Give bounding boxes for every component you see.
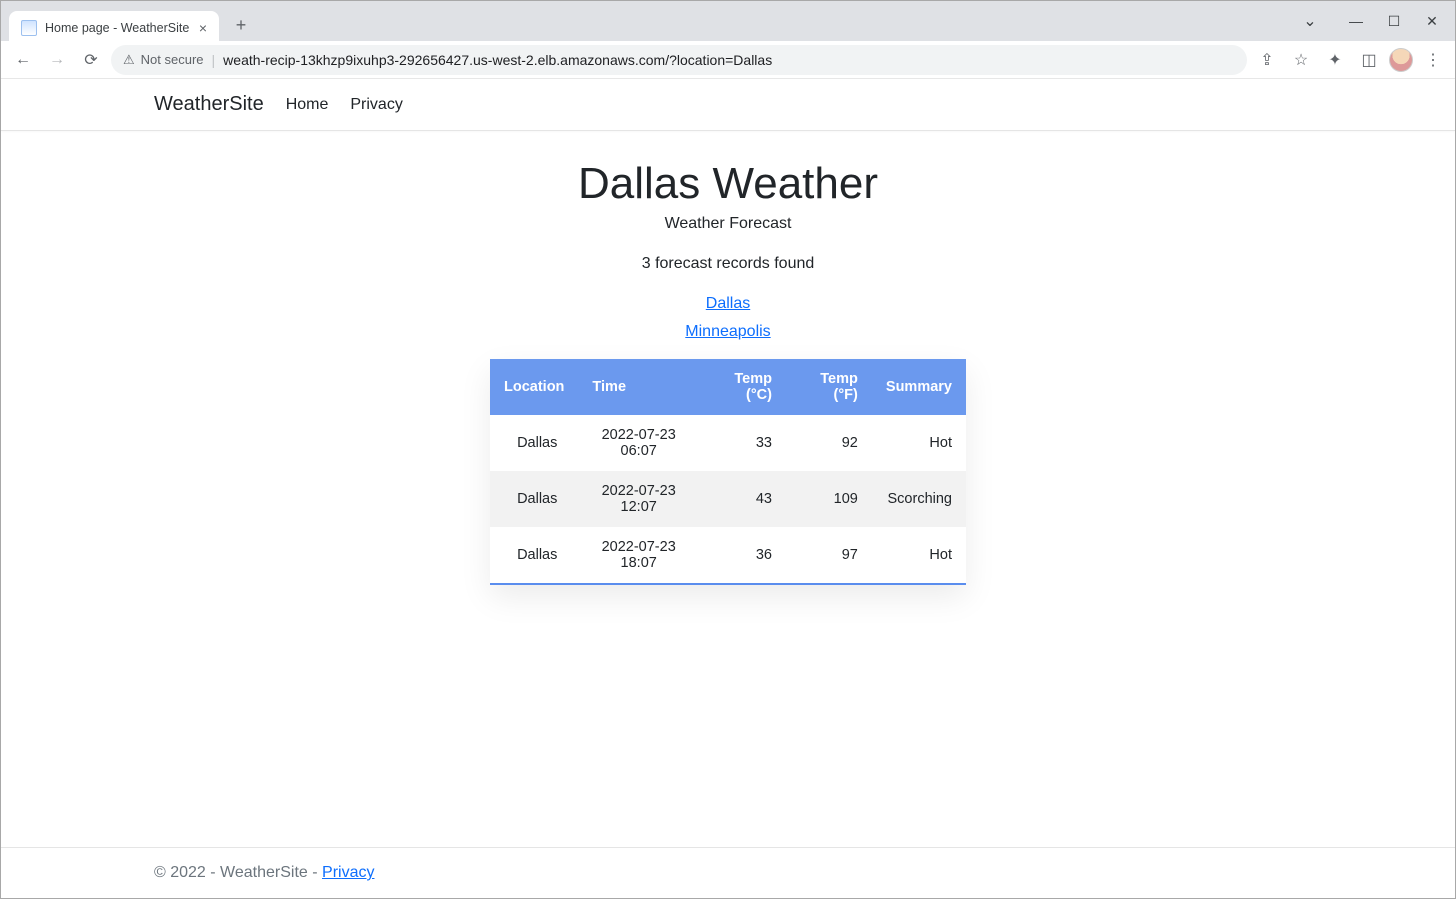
- main-content: Dallas Weather Weather Forecast 3 foreca…: [1, 131, 1455, 847]
- separator: |: [212, 52, 216, 68]
- forward-button: →: [43, 46, 71, 74]
- nav-link-home[interactable]: Home: [286, 96, 329, 114]
- sidepanel-icon[interactable]: ◫: [1355, 46, 1383, 74]
- close-window-button[interactable]: ✕: [1415, 7, 1449, 35]
- cell-location: Dallas: [490, 471, 578, 527]
- cell-temp-c: 36: [699, 527, 786, 584]
- minimize-button[interactable]: —: [1339, 7, 1373, 35]
- tab-search-icon[interactable]: ⌄: [1293, 7, 1327, 35]
- forecast-table: Location Time Temp (°C) Temp (°F) Summar…: [490, 359, 966, 585]
- reload-button[interactable]: ⟳: [77, 46, 105, 74]
- footer-privacy-link[interactable]: Privacy: [322, 864, 374, 881]
- maximize-button[interactable]: ☐: [1377, 7, 1411, 35]
- cell-summary: Hot: [872, 527, 966, 584]
- cell-temp-c: 43: [699, 471, 786, 527]
- window-controls: ⌄ — ☐ ✕: [1293, 1, 1449, 41]
- tab-title: Home page - WeatherSite: [45, 21, 191, 35]
- browser-toolbar: ← → ⟳ ⚠ Not secure | weath-recip-13khzp9…: [1, 41, 1455, 79]
- th-temp-f: Temp (°F): [786, 359, 872, 415]
- cell-time: 2022-07-23 18:07: [578, 527, 699, 584]
- table-row: Dallas 2022-07-23 12:07 43 109 Scorching: [490, 471, 966, 527]
- footer-copyright: © 2022 - WeatherSite -: [154, 864, 322, 881]
- site-footer: © 2022 - WeatherSite - Privacy: [1, 847, 1455, 898]
- brand[interactable]: WeatherSite: [154, 93, 264, 116]
- cell-temp-f: 97: [786, 527, 872, 584]
- cell-temp-c: 33: [699, 415, 786, 471]
- url-text: weath-recip-13khzp9ixuhp3-292656427.us-w…: [223, 52, 772, 68]
- new-tab-button[interactable]: +: [227, 11, 255, 39]
- security-status[interactable]: ⚠ Not secure: [123, 52, 204, 68]
- table-row: Dallas 2022-07-23 18:07 36 97 Hot: [490, 527, 966, 584]
- cell-location: Dallas: [490, 527, 578, 584]
- tab-strip: Home page - WeatherSite × + ⌄ — ☐ ✕: [1, 1, 1455, 41]
- page-title: Dallas Weather: [17, 159, 1439, 209]
- cell-summary: Scorching: [872, 471, 966, 527]
- nav-link-privacy[interactable]: Privacy: [350, 96, 402, 114]
- th-location: Location: [490, 359, 578, 415]
- browser-chrome: Home page - WeatherSite × + ⌄ — ☐ ✕ ← → …: [1, 1, 1455, 79]
- address-bar[interactable]: ⚠ Not secure | weath-recip-13khzp9ixuhp3…: [111, 45, 1247, 75]
- th-time: Time: [578, 359, 699, 415]
- profile-avatar[interactable]: [1389, 48, 1413, 72]
- bookmark-icon[interactable]: ☆: [1287, 46, 1315, 74]
- cell-location: Dallas: [490, 415, 578, 471]
- cell-temp-f: 92: [786, 415, 872, 471]
- th-temp-c: Temp (°C): [699, 359, 786, 415]
- close-tab-icon[interactable]: ×: [199, 21, 207, 35]
- back-button[interactable]: ←: [9, 46, 37, 74]
- records-found: 3 forecast records found: [17, 255, 1439, 273]
- favicon-icon: [21, 20, 37, 36]
- page: WeatherSite Home Privacy Dallas Weather …: [1, 79, 1455, 898]
- site-navbar: WeatherSite Home Privacy: [1, 79, 1455, 131]
- table-row: Dallas 2022-07-23 06:07 33 92 Hot: [490, 415, 966, 471]
- not-secure-label: Not secure: [141, 52, 204, 67]
- page-subtitle: Weather Forecast: [17, 215, 1439, 233]
- city-link-dallas[interactable]: Dallas: [17, 295, 1439, 313]
- table-header-row: Location Time Temp (°C) Temp (°F) Summar…: [490, 359, 966, 415]
- browser-tab[interactable]: Home page - WeatherSite ×: [9, 11, 219, 45]
- cell-time: 2022-07-23 12:07: [578, 471, 699, 527]
- menu-icon[interactable]: ⋮: [1419, 46, 1447, 74]
- city-link-minneapolis[interactable]: Minneapolis: [17, 323, 1439, 341]
- warning-icon: ⚠: [123, 52, 135, 68]
- th-summary: Summary: [872, 359, 966, 415]
- share-icon[interactable]: ⇪: [1253, 46, 1281, 74]
- extensions-icon[interactable]: ✦: [1321, 46, 1349, 74]
- cell-summary: Hot: [872, 415, 966, 471]
- cell-temp-f: 109: [786, 471, 872, 527]
- cell-time: 2022-07-23 06:07: [578, 415, 699, 471]
